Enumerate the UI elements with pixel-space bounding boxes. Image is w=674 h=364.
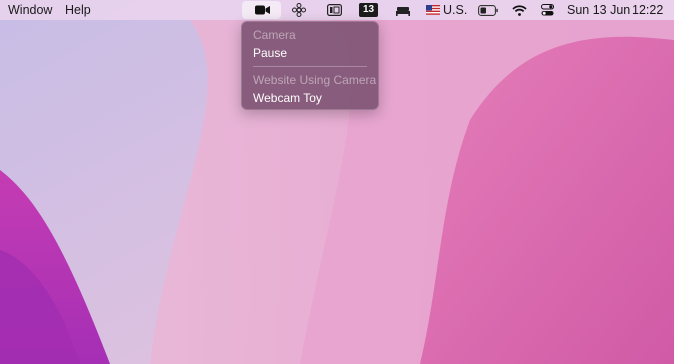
control-center-icon[interactable]: [540, 2, 554, 18]
date-label[interactable]: Sun 13 Jun: [567, 3, 630, 17]
screen-mirror-icon[interactable]: [326, 2, 342, 18]
menu-separator: [253, 66, 367, 67]
help-menu[interactable]: Help: [65, 3, 91, 17]
keyboard-input-label[interactable]: U.S.: [443, 3, 467, 17]
bed-icon[interactable]: [395, 2, 410, 18]
camera-status-menu: Camera Pause Website Using Camera Webcam…: [241, 21, 379, 110]
battery-icon[interactable]: [478, 2, 498, 18]
window-menu[interactable]: Window: [8, 3, 52, 17]
time-label[interactable]: 12:22: [632, 3, 663, 17]
camera-icon[interactable]: [254, 2, 270, 18]
pause-menu-item[interactable]: Pause: [253, 46, 287, 60]
flower-icon[interactable]: [291, 2, 306, 18]
camera-section-header: Camera: [253, 28, 296, 42]
menu-bar: Window Help 13 U.S. Sun 13 Jun 12:22: [0, 0, 674, 20]
website-section-header: Website Using Camera: [253, 73, 377, 87]
wifi-icon[interactable]: [512, 2, 527, 18]
us-flag-icon[interactable]: [426, 2, 440, 18]
calendar-badge[interactable]: 13: [359, 3, 378, 17]
webcam-toy-menu-item[interactable]: Webcam Toy: [253, 91, 322, 105]
